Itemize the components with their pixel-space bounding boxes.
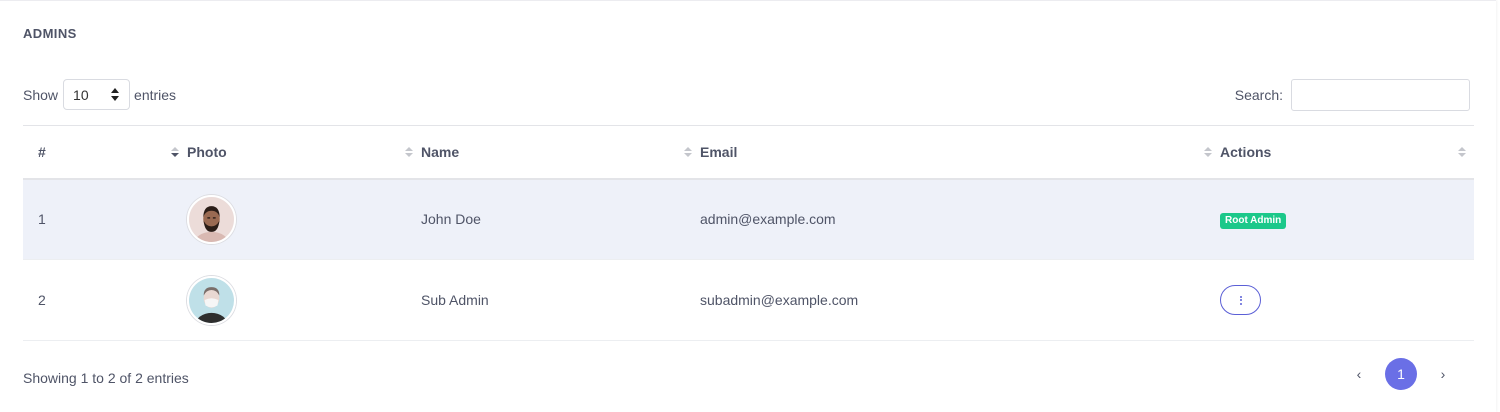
- pagination: ‹ 1 ›: [1344, 358, 1458, 390]
- table-header-row: # Photo Name Email Actions: [23, 125, 1474, 180]
- page-1-button[interactable]: 1: [1385, 358, 1417, 390]
- root-admin-badge: Root Admin: [1220, 212, 1287, 229]
- column-header-number[interactable]: #: [23, 125, 187, 180]
- column-header-label: Actions: [1220, 143, 1272, 160]
- column-header-label: Name: [421, 143, 460, 160]
- admin-email: subadmin@example.com: [700, 259, 1220, 341]
- card-title: ADMINS: [23, 26, 77, 41]
- column-header-label: Email: [700, 143, 738, 160]
- column-header-email[interactable]: Email: [700, 125, 1220, 180]
- entries-select[interactable]: 10: [63, 79, 131, 110]
- column-header-photo[interactable]: Photo: [187, 125, 421, 180]
- column-header-name[interactable]: Name: [421, 125, 700, 180]
- entries-select-value: 10: [73, 86, 89, 103]
- table-info: Showing 1 to 2 of 2 entries: [23, 370, 189, 386]
- more-vertical-icon: [1239, 295, 1242, 305]
- sort-icon: [1458, 147, 1466, 159]
- admin-name: John Doe: [421, 178, 700, 260]
- select-arrows-icon: [111, 88, 120, 102]
- next-page-button[interactable]: ›: [1428, 358, 1458, 390]
- entries-label: entries: [134, 86, 177, 103]
- column-header-actions[interactable]: Actions: [1220, 125, 1474, 180]
- previous-page-button[interactable]: ‹: [1344, 358, 1374, 390]
- sort-icon: [405, 147, 413, 159]
- avatar-photo-man-beard: [187, 194, 236, 244]
- row-number: 1: [23, 178, 187, 260]
- search-input[interactable]: [1291, 79, 1470, 111]
- admins-card: ADMINS Show 10 entries Search: # Photo N…: [0, 0, 1496, 412]
- sort-icon: [684, 147, 692, 159]
- admin-email: admin@example.com: [700, 178, 1220, 260]
- search-label: Search:: [1234, 87, 1283, 103]
- row-number: 2: [23, 259, 187, 341]
- table-row: 2 Sub Admin subadmin@example.com: [23, 259, 1474, 341]
- entries-length-control: Show 10 entries: [23, 79, 176, 110]
- sort-desc-icon: [171, 147, 179, 159]
- table-row: 1 John Doe admin@example.com Root Admin: [23, 178, 1474, 260]
- avatar-photo-man-mask: [187, 275, 236, 325]
- show-label: Show: [23, 86, 59, 103]
- search-control: Search:: [1235, 79, 1470, 111]
- admin-name: Sub Admin: [421, 259, 700, 341]
- column-header-label: #: [38, 143, 46, 160]
- admins-table: # Photo Name Email Actions 1 John Doe ad…: [23, 125, 1474, 341]
- column-header-label: Photo: [187, 143, 227, 160]
- row-actions-button[interactable]: [1220, 285, 1261, 315]
- sort-icon: [1204, 147, 1212, 159]
